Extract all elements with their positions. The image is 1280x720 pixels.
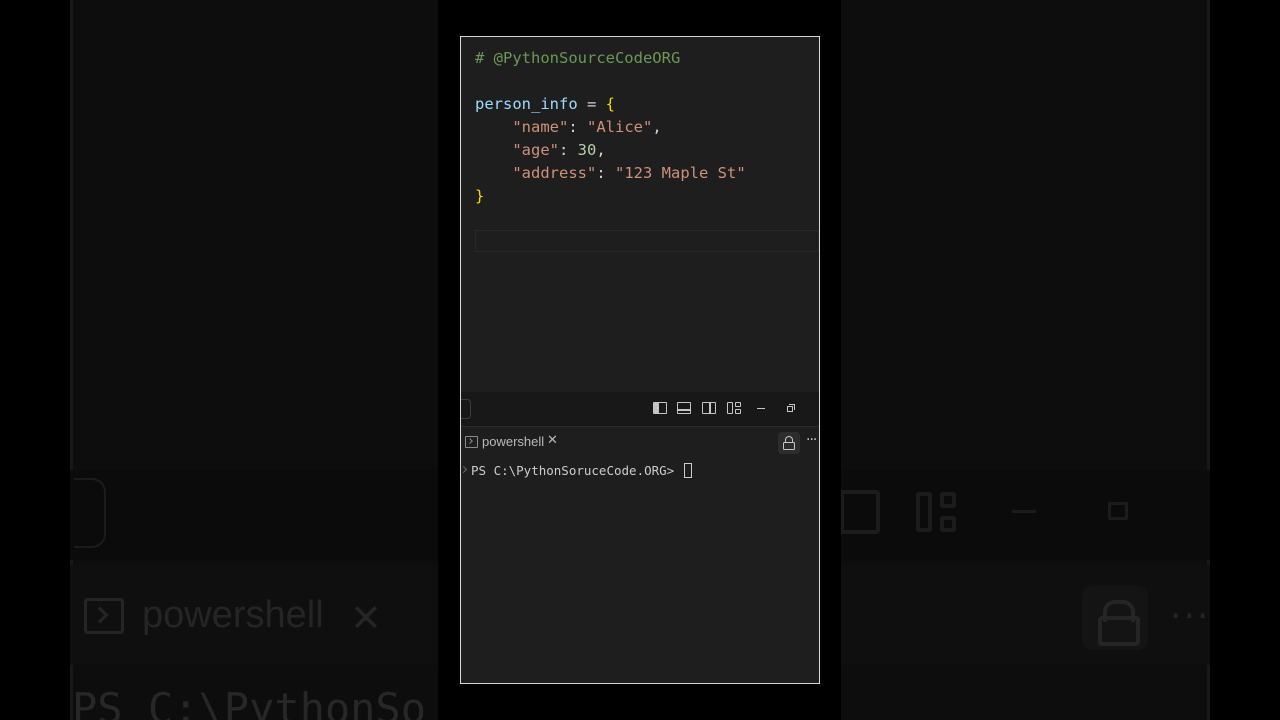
window-close-icon[interactable]: [811, 400, 819, 416]
lock-icon[interactable]: [778, 432, 800, 454]
code-line: "address": "123 Maple St": [475, 162, 746, 184]
code-line: # @PythonSourceCodeORG: [475, 47, 680, 69]
terminal-icon: [465, 436, 478, 448]
close-icon[interactable]: ✕: [547, 433, 558, 448]
terminal-tab-label: powershell: [482, 434, 545, 449]
terminal-prompt: PS C:\PythonSoruceCode.ORG>: [471, 463, 682, 478]
panel-toggle-handle[interactable]: [461, 399, 471, 419]
restore-icon[interactable]: [783, 400, 799, 416]
layout-icon[interactable]: [726, 400, 742, 416]
terminal-output[interactable]: PS C:\PythonSoruceCode.ORG>: [461, 458, 819, 683]
sidebar-left-icon[interactable]: [652, 400, 668, 416]
code-token: =: [577, 95, 606, 113]
code-token: ,: [596, 141, 606, 159]
code-line: }: [475, 185, 484, 207]
code-token: "123 Maple St": [615, 164, 746, 182]
minimize-icon[interactable]: [753, 400, 769, 416]
code-line: "name": "Alice",: [475, 116, 662, 138]
terminal-prompt-line: PS C:\PythonSoruceCode.ORG>: [471, 462, 692, 480]
panel-icon[interactable]: [676, 400, 692, 416]
code-editor[interactable]: # @PythonSourceCodeORG person_info = { "n…: [461, 37, 819, 392]
code-token: :: [568, 118, 587, 136]
code-token: "address": [512, 164, 597, 182]
code-token: "name": [512, 118, 569, 136]
code-token: person_info: [475, 95, 578, 113]
sidebar-right-icon[interactable]: [701, 400, 717, 416]
code-token: 30: [577, 141, 597, 159]
code-token: :: [559, 141, 578, 159]
code-token: }: [475, 187, 485, 205]
code-token: # @PythonSourceCodeORG: [475, 49, 681, 67]
terminal-cursor: [683, 463, 692, 478]
command-decoration-icon: [461, 465, 468, 474]
terminal-tab-bar: powershell ✕ ···: [461, 426, 819, 459]
code-line: person_info = {: [475, 93, 615, 115]
terminal-tab[interactable]: powershell ✕: [461, 427, 565, 459]
code-token: ,: [652, 118, 662, 136]
panel-toolbar: [461, 392, 819, 426]
code-line: "age": 30,: [475, 139, 606, 161]
code-token: "Alice": [587, 118, 653, 136]
code-token: {: [605, 95, 615, 113]
code-token: "age": [512, 141, 559, 159]
code-token: :: [596, 164, 615, 182]
current-line-highlight: [475, 230, 819, 252]
vscode-window: # @PythonSourceCodeORG person_info = { "n…: [460, 36, 820, 684]
more-actions-icon[interactable]: ···: [806, 432, 817, 448]
